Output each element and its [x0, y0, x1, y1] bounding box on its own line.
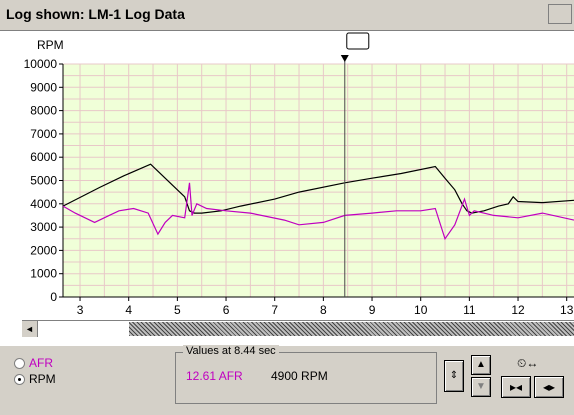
- values-legend: Values at 8.44 sec: [183, 345, 279, 357]
- shrink-icon: ▸◂: [509, 380, 523, 394]
- arrow-down-icon: ▼: [476, 381, 486, 392]
- scale-up-button[interactable]: ▲: [471, 355, 491, 375]
- x-tick-label: 4: [125, 303, 132, 317]
- y-tick-label: 3000: [30, 220, 57, 234]
- y-axis-label: RPM: [37, 38, 64, 52]
- y-tick-label: 10000: [24, 57, 58, 71]
- x-tick-label: 11: [463, 303, 476, 317]
- x-tick-label: 9: [369, 303, 376, 317]
- cursor-marker-icon[interactable]: [346, 32, 370, 50]
- gauge-zoom-button[interactable]: ⇕: [444, 360, 464, 392]
- y-tick-label: 8000: [30, 104, 57, 118]
- window-title: Log shown: LM-1 Log Data: [6, 6, 185, 22]
- x-tick-label: 13: [560, 303, 574, 317]
- scale-down-button[interactable]: ▼: [471, 377, 491, 397]
- arrow-up-icon: ▲: [476, 359, 486, 370]
- y-tick-label: 6000: [30, 150, 57, 164]
- y-tick-label: 2000: [30, 243, 57, 257]
- time-zoom-out-button[interactable]: ◂▸: [534, 376, 564, 398]
- expand-icon: ◂▸: [542, 380, 556, 394]
- radio-afr-label: AFR: [29, 356, 53, 370]
- radio-rpm[interactable]: RPM: [14, 372, 84, 386]
- horizontal-scrollbar[interactable]: ◄: [22, 320, 574, 337]
- x-tick-label: 10: [414, 303, 428, 317]
- y-tick-label: 0: [50, 290, 57, 304]
- chart-panel: 10000 9000 8000 7000 6000 5000 4000 3000 2000 100…: [0, 31, 574, 346]
- radio-afr[interactable]: AFR: [14, 356, 84, 370]
- log-chart[interactable]: 1000090008000700060005000400030002000100…: [0, 31, 574, 346]
- x-tick-label: 12: [511, 303, 525, 317]
- values-group: Values at 8.44 sec 12.61 AFR 4900 RPM: [175, 345, 437, 404]
- chart-grid: [62, 63, 574, 298]
- x-tick-label: 7: [271, 303, 278, 317]
- cursor-pointer-icon: [340, 55, 349, 62]
- radio-rpm-label: RPM: [29, 372, 56, 386]
- radio-rpm-dot[interactable]: [14, 373, 25, 385]
- x-tick-labels: 3 4 5 6 7 8 9 10 11 12 13: [77, 297, 574, 317]
- y-tick-labels: 1000090008000700060005000400030002000100…: [24, 57, 63, 304]
- y-tick-label: 1000: [30, 267, 57, 281]
- afr-value: 12.61 AFR: [186, 369, 243, 383]
- scroll-track[interactable]: [129, 322, 574, 336]
- y-tick-label: 4000: [30, 197, 57, 211]
- scroll-left-button[interactable]: ◄: [22, 321, 38, 337]
- x-tick-label: 3: [77, 303, 84, 317]
- radio-afr-dot[interactable]: [14, 357, 25, 369]
- window-button[interactable]: [548, 4, 572, 24]
- gauge-zoom-icon: ⇕: [449, 370, 459, 381]
- time-scale-icon: ⏲↔: [517, 356, 539, 370]
- time-zoom-in-button[interactable]: ▸◂: [501, 376, 531, 398]
- y-tick-label: 7000: [30, 127, 57, 141]
- x-tick-label: 5: [174, 303, 181, 317]
- x-tick-label: 8: [320, 303, 327, 317]
- title-bar: Log shown: LM-1 Log Data: [0, 0, 574, 31]
- y-tick-label: 5000: [30, 174, 57, 188]
- x-tick-label: 6: [223, 303, 230, 317]
- y-tick-label: 9000: [30, 80, 57, 94]
- rpm-value: 4900 RPM: [271, 369, 328, 383]
